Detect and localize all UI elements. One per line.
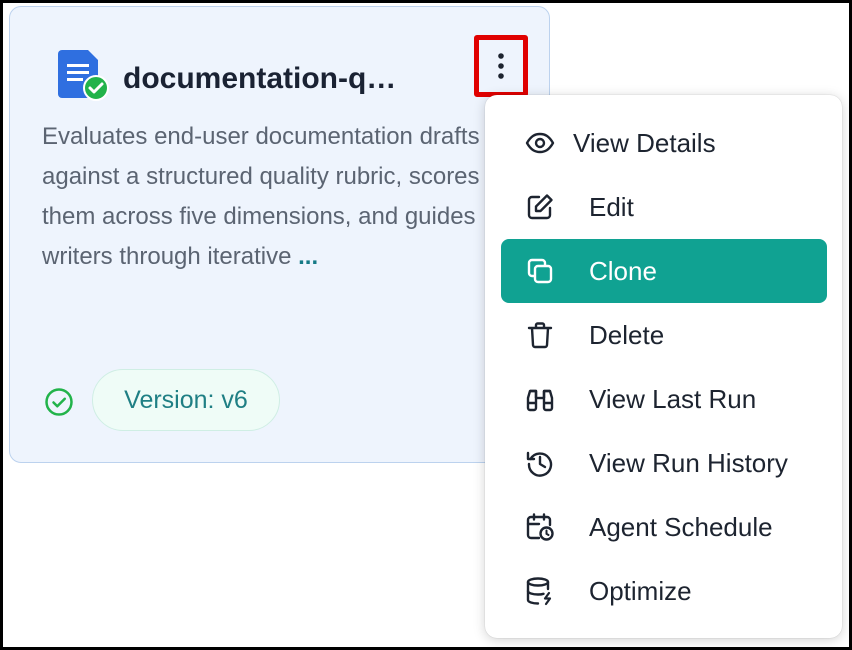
menu-item-label: Clone — [589, 256, 657, 286]
trash-icon — [527, 322, 553, 349]
menu-item-label: View Details — [573, 128, 716, 158]
menu-item-delete[interactable]: Delete — [501, 303, 827, 367]
menu-item-agent-schedule[interactable]: Agent Schedule — [501, 495, 827, 559]
binoculars-icon — [526, 389, 554, 412]
menu-item-label: Optimize — [589, 576, 692, 606]
check-circle-icon — [45, 388, 73, 416]
card-description-text: Evaluates end-user documentation drafts … — [42, 123, 480, 270]
more-vertical-icon — [498, 53, 504, 79]
agent-card[interactable]: documentation-q… Evaluates end-user docu… — [9, 6, 550, 463]
menu-item-view-details[interactable]: View Details — [501, 111, 827, 175]
edit-icon — [527, 194, 553, 220]
copy-icon — [527, 258, 553, 284]
version-badge: Version: v6 — [92, 369, 280, 431]
history-icon — [526, 451, 553, 477]
menu-item-clone[interactable]: Clone — [501, 239, 827, 303]
calendar-clock-icon — [526, 513, 554, 541]
database-bolt-icon — [526, 577, 552, 606]
card-description: Evaluates end-user documentation drafts … — [42, 117, 492, 277]
eye-icon — [525, 132, 555, 154]
context-menu: View Details Edit Clone Delete View Last… — [485, 95, 842, 638]
document-check-icon — [58, 50, 109, 101]
more-options-button[interactable] — [474, 35, 528, 97]
menu-item-label: Delete — [589, 320, 665, 350]
menu-item-view-run-history[interactable]: View Run History — [501, 431, 827, 495]
menu-item-label: View Run History — [589, 448, 788, 478]
menu-item-label: Edit — [589, 192, 634, 222]
menu-item-label: View Last Run — [589, 384, 757, 414]
menu-item-edit[interactable]: Edit — [501, 175, 827, 239]
read-more-link[interactable]: ... — [298, 243, 318, 270]
card-title: documentation-q… — [123, 62, 397, 95]
menu-item-view-last-run[interactable]: View Last Run — [501, 367, 827, 431]
menu-item-optimize[interactable]: Optimize — [501, 559, 827, 623]
menu-item-label: Agent Schedule — [589, 512, 773, 542]
